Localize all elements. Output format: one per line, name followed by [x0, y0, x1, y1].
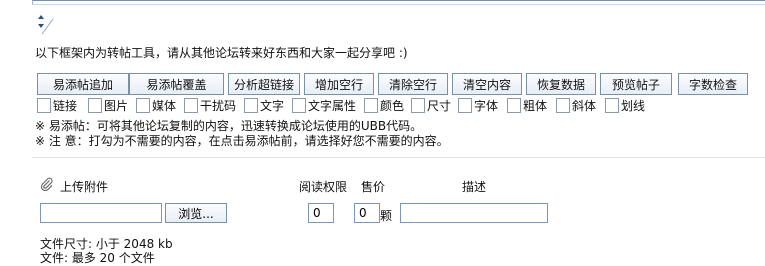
description-label: 描述 — [462, 180, 487, 194]
add-blank-lines-button[interactable]: 增加空行 — [304, 73, 374, 95]
intro-text: 以下框架内为转帖工具，请从其他论坛转来好东西和大家一起分享吧 :) — [35, 46, 408, 60]
option-text[interactable]: 文字 — [244, 96, 284, 114]
browse-button[interactable]: 浏览... — [165, 203, 227, 223]
option-media[interactable]: 媒体 — [136, 96, 176, 114]
option-noise-code[interactable]: 干扰码 — [184, 96, 236, 114]
option-image[interactable]: 图片 — [88, 96, 128, 114]
overwrite-button[interactable]: 易添帖覆盖 — [129, 73, 224, 95]
resize-handle-icon[interactable] — [34, 15, 56, 37]
restore-data-button[interactable]: 恢复数据 — [526, 73, 596, 95]
checkbox[interactable] — [458, 97, 472, 113]
remove-blank-lines-button[interactable]: 清除空行 — [378, 73, 448, 95]
option-strikethrough[interactable]: 划线 — [605, 96, 645, 114]
checkbox[interactable] — [184, 97, 198, 113]
checkbox[interactable] — [364, 97, 378, 113]
read-permission-input[interactable] — [308, 203, 334, 223]
price-unit: 颗 — [380, 209, 393, 223]
preview-post-button[interactable]: 预览帖子 — [600, 73, 672, 95]
option-font[interactable]: 字体 — [458, 96, 498, 114]
option-link[interactable]: 链接 — [37, 96, 77, 114]
option-color[interactable]: 颜色 — [364, 96, 404, 114]
description-input[interactable] — [400, 203, 548, 223]
editor-frame-border — [32, 0, 765, 5]
checkbox[interactable] — [507, 97, 521, 113]
checkbox[interactable] — [88, 97, 102, 113]
append-button[interactable]: 易添帖追加 — [37, 73, 129, 95]
option-text-attributes[interactable]: 文字属性 — [292, 96, 356, 114]
checkbox[interactable] — [136, 97, 150, 113]
checkbox[interactable] — [292, 97, 306, 113]
section-divider — [32, 157, 765, 158]
price-input[interactable] — [354, 203, 380, 223]
checkbox-usage-note: ※ 注 意：打勾为不需要的内容，在点击易添帖前，请选择好您不需要的内容。 — [35, 134, 449, 148]
word-count-button[interactable]: 字数检查 — [678, 73, 748, 95]
file-count-note: 文件: 最多 20 个文件 — [40, 251, 155, 265]
price-label: 售价 — [361, 180, 386, 194]
option-bold[interactable]: 粗体 — [507, 96, 547, 114]
checkbox[interactable] — [411, 97, 425, 113]
option-size[interactable]: 尺寸 — [411, 96, 451, 114]
paperclip-icon — [40, 177, 53, 191]
checkbox[interactable] — [556, 97, 570, 113]
clear-content-button[interactable]: 清空内容 — [452, 73, 522, 95]
analyze-links-button[interactable]: 分析超链接 — [228, 73, 300, 95]
file-path-input[interactable] — [40, 203, 162, 223]
checkbox[interactable] — [605, 97, 619, 113]
option-italic[interactable]: 斜体 — [556, 96, 596, 114]
read-permission-label: 阅读权限 — [299, 180, 348, 194]
upload-attachment-label: 上传附件 — [60, 180, 109, 194]
checkbox[interactable] — [37, 97, 51, 113]
checkbox[interactable] — [244, 97, 258, 113]
